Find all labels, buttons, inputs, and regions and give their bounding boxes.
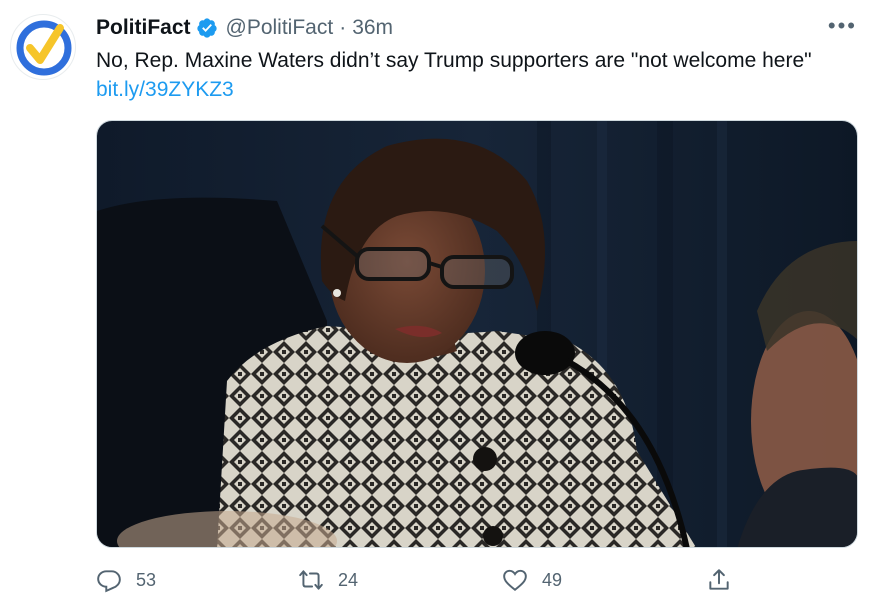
tweet-timestamp[interactable]: 36m (352, 14, 393, 42)
action-bar: 53 24 49 (0, 563, 881, 597)
more-options-icon[interactable]: ••• (828, 13, 857, 39)
avatar[interactable] (10, 14, 76, 80)
tweet-text: No, Rep. Maxine Waters didn’t say Trump … (96, 49, 812, 72)
author-name[interactable]: PolitiFact (96, 14, 191, 42)
photo-image (97, 121, 857, 547)
share-icon (709, 569, 729, 590)
retweet-count: 24 (338, 569, 359, 590)
reply-icon (97, 570, 121, 593)
author-handle[interactable]: @PolitiFact (226, 14, 334, 42)
verified-badge-icon (196, 18, 217, 38)
heart-icon (503, 569, 527, 591)
reply-button[interactable]: 53 (96, 563, 156, 597)
share-button[interactable] (706, 563, 732, 597)
tweet-link[interactable]: bit.ly/39ZYKZ3 (96, 76, 234, 104)
like-button[interactable]: 49 (502, 563, 562, 597)
tweet-header: PolitiFact @PolitiFact · 36m (96, 14, 393, 42)
separator-dot: · (339, 16, 347, 39)
retweet-button[interactable]: 24 (298, 563, 358, 597)
like-count: 49 (542, 569, 563, 590)
tweet-photo[interactable] (96, 120, 858, 548)
retweet-icon (299, 570, 323, 590)
reply-count: 53 (136, 569, 157, 590)
politifact-logo-icon (16, 20, 72, 76)
tweet[interactable]: PolitiFact @PolitiFact · 36m ••• No, Rep… (0, 0, 881, 609)
